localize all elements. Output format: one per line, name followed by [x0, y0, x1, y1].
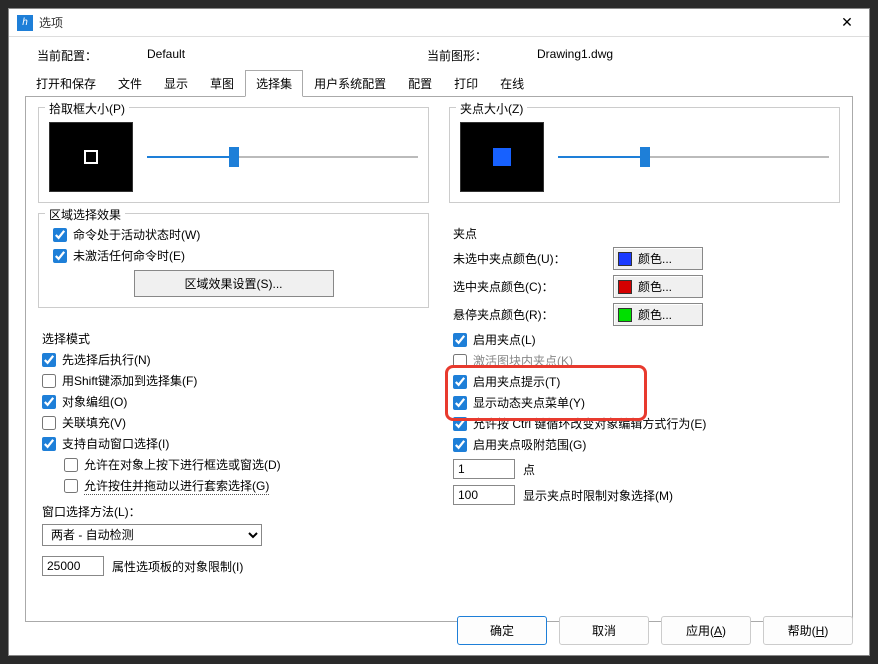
tab-user-prefs[interactable]: 用户系统配置: [303, 70, 397, 97]
ok-button[interactable]: 确定: [457, 616, 547, 645]
unsel-color-button[interactable]: 颜色...: [613, 247, 703, 270]
config-info-row: 当前配置： Default 当前图形： Drawing1.dwg: [25, 47, 853, 64]
sel-color-button[interactable]: 颜色...: [613, 275, 703, 298]
region-settings-button[interactable]: 区域效果设置(S)...: [134, 270, 334, 297]
dialog-button-bar: 确定 取消 应用(A) 帮助(H): [457, 616, 853, 645]
block-grips-checkbox[interactable]: 激活图块内夹点(K): [449, 352, 840, 369]
cancel-button[interactable]: 取消: [559, 616, 649, 645]
region-inactive-checkbox[interactable]: 未激活任何命令时(E): [49, 247, 418, 264]
current-config-value: Default: [147, 47, 427, 64]
hover-color-button[interactable]: 颜色...: [613, 303, 703, 326]
region-title: 区域选择效果: [45, 206, 125, 223]
prop-limit-input[interactable]: [42, 556, 104, 576]
selmode-shift-checkbox[interactable]: 用Shift键添加到选择集(F): [38, 372, 429, 389]
options-dialog: h 选项 ✕ 当前配置： Default 当前图形： Drawing1.dwg …: [8, 8, 870, 656]
selmode-group-checkbox[interactable]: 对象编组(O): [38, 393, 429, 410]
help-button[interactable]: 帮助(H): [763, 616, 853, 645]
pickbox-group: 拾取框大小(P): [38, 107, 429, 203]
gripsize-title: 夹点大小(Z): [456, 100, 527, 117]
dyn-menu-checkbox[interactable]: 显示动态夹点菜单(Y): [449, 394, 840, 411]
titlebar: h 选项 ✕: [9, 9, 869, 37]
tab-open-save[interactable]: 打开和保存: [25, 70, 107, 97]
region-select-group: 区域选择效果 命令处于活动状态时(W) 未激活任何命令时(E) 区域效果设置(S…: [38, 213, 429, 308]
selection-mode-group: 选择模式 先选择后执行(N) 用Shift键添加到选择集(F) 对象编组(O) …: [38, 318, 429, 592]
tab-print[interactable]: 打印: [443, 70, 489, 97]
close-button[interactable]: ✕: [833, 9, 861, 37]
unsel-color-swatch: [618, 252, 632, 266]
snap-range-checkbox[interactable]: 启用夹点吸附范围(G): [449, 436, 840, 453]
gripsize-preview: [460, 122, 544, 192]
tab-draft[interactable]: 草图: [199, 70, 245, 97]
region-active-checkbox[interactable]: 命令处于活动状态时(W): [49, 226, 418, 243]
pickbox-slider[interactable]: [147, 145, 418, 169]
right-column: 夹点大小(Z) 夹点 未选中夹点颜: [449, 107, 840, 611]
tab-display[interactable]: 显示: [153, 70, 199, 97]
left-column: 拾取框大小(P) 区域选择效果 命令处于活动状态时(W): [38, 107, 429, 611]
grips-group: 夹点 未选中夹点颜色(U)： 颜色... 选中夹点颜色(C)： 颜色... 悬停…: [449, 213, 840, 521]
points-input[interactable]: [453, 459, 515, 479]
selmode-pressdrag-checkbox[interactable]: 允许在对象上按下进行框选或窗选(D): [60, 456, 429, 473]
pickbox-title: 拾取框大小(P): [45, 100, 129, 117]
enable-grips-checkbox[interactable]: 启用夹点(L): [449, 331, 840, 348]
tab-online[interactable]: 在线: [489, 70, 535, 97]
apply-button[interactable]: 应用(A): [661, 616, 751, 645]
pickbox-preview: [49, 122, 133, 192]
current-drawing-label: 当前图形：: [427, 47, 537, 64]
selmode-lasso-checkbox[interactable]: 允许按住并拖动以进行套索选择(G): [60, 477, 429, 495]
selmode-implied-checkbox[interactable]: 支持自动窗口选择(I): [38, 435, 429, 452]
gripsize-group: 夹点大小(Z): [449, 107, 840, 203]
tab-profile[interactable]: 配置: [397, 70, 443, 97]
tab-strip: 打开和保存 文件 显示 草图 选择集 用户系统配置 配置 打印 在线: [25, 70, 853, 97]
points-label: 点: [523, 461, 535, 478]
dialog-title: 选项: [39, 14, 833, 31]
selmode-title: 选择模式: [38, 330, 429, 347]
ctrl-cycle-checkbox[interactable]: 允许按 Ctrl 键循环改变对象编辑方式行为(E): [449, 415, 840, 432]
sel-color-swatch: [618, 280, 632, 294]
current-drawing-value: Drawing1.dwg: [537, 47, 817, 64]
selmode-preselect-checkbox[interactable]: 先选择后执行(N): [38, 351, 429, 368]
hover-color-swatch: [618, 308, 632, 322]
tab-panel-selection: 拾取框大小(P) 区域选择效果 命令处于活动状态时(W): [25, 96, 853, 622]
selmode-hatch-checkbox[interactable]: 关联填充(V): [38, 414, 429, 431]
gripsize-slider[interactable]: [558, 145, 829, 169]
grips-title: 夹点: [449, 225, 840, 242]
app-icon: h: [17, 15, 33, 31]
hover-color-label: 悬停夹点颜色(R)：: [453, 306, 613, 323]
sel-color-label: 选中夹点颜色(C)：: [453, 278, 613, 295]
pickbox-square-icon: [84, 150, 98, 164]
winsel-label: 窗口选择方法(L)：: [38, 503, 429, 520]
grip-limit-label: 显示夹点时限制对象选择(M): [523, 487, 673, 504]
tab-selection[interactable]: 选择集: [245, 70, 303, 97]
grip-tips-checkbox[interactable]: 启用夹点提示(T): [449, 373, 840, 390]
current-config-label: 当前配置：: [37, 47, 147, 64]
prop-limit-label: 属性选项板的对象限制(I): [112, 558, 243, 575]
grip-square-icon: [493, 148, 511, 166]
winsel-select[interactable]: 两者 - 自动检测: [42, 524, 262, 546]
unsel-color-label: 未选中夹点颜色(U)：: [453, 250, 613, 267]
tab-files[interactable]: 文件: [107, 70, 153, 97]
dialog-content: 当前配置： Default 当前图形： Drawing1.dwg 打开和保存 文…: [9, 37, 869, 632]
grip-limit-input[interactable]: [453, 485, 515, 505]
